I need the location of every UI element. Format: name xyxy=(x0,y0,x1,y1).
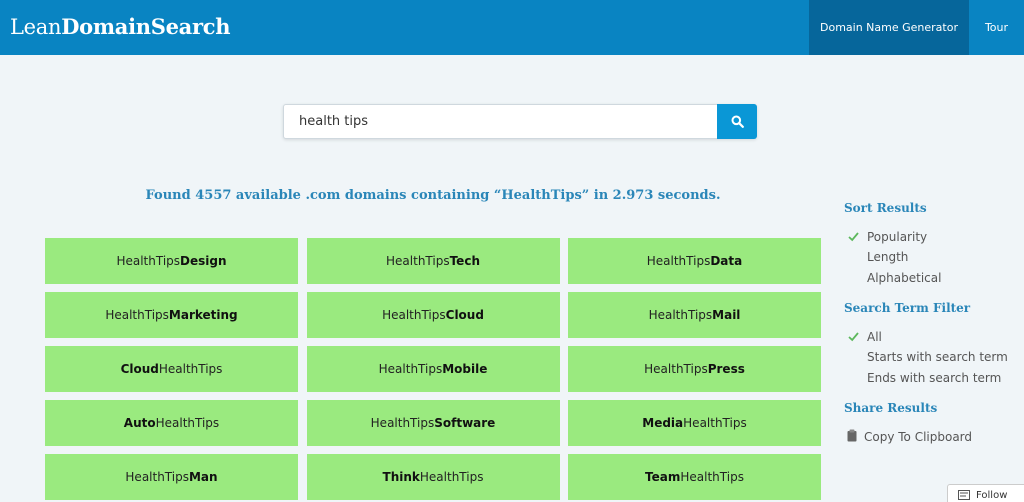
domain-prefix: HealthTips xyxy=(382,308,446,322)
domain-result[interactable]: HealthTipsSoftware xyxy=(307,400,560,446)
domain-result[interactable]: HealthTipsData xyxy=(568,238,821,284)
domain-keyword: Software xyxy=(434,416,495,430)
domain-result[interactable]: AutoHealthTips xyxy=(45,400,298,446)
domain-prefix: HealthTips xyxy=(647,254,711,268)
site-header: LeanDomainSearch Domain Name Generator T… xyxy=(0,0,1024,55)
domain-keyword: Think xyxy=(383,470,420,484)
nav-tour-label: Tour xyxy=(985,21,1008,34)
domain-keyword: Media xyxy=(642,416,683,430)
nav-generator-label: Domain Name Generator xyxy=(820,21,958,34)
follow-icon xyxy=(958,490,970,500)
domain-prefix: HealthTips xyxy=(116,254,180,268)
domain-result[interactable]: HealthTipsDesign xyxy=(45,238,298,284)
domain-prefix: HealthTips xyxy=(371,416,435,430)
filter-option-all[interactable]: All xyxy=(867,330,882,344)
domain-result[interactable]: HealthTipsCloud xyxy=(307,292,560,338)
domain-result[interactable]: ThinkHealthTips xyxy=(307,454,560,500)
check-icon xyxy=(847,330,860,343)
domain-suffix: HealthTips xyxy=(683,416,747,430)
domain-prefix: HealthTips xyxy=(649,308,713,322)
domain-keyword: Man xyxy=(189,470,218,484)
domain-suffix: HealthTips xyxy=(156,416,220,430)
search-input[interactable] xyxy=(284,105,717,138)
search-box xyxy=(283,104,757,139)
site-logo[interactable]: LeanDomainSearch xyxy=(10,14,230,39)
domain-suffix: HealthTips xyxy=(159,362,223,376)
domain-keyword: Cloud xyxy=(446,308,484,322)
search-term-filter-heading: Search Term Filter xyxy=(844,301,970,315)
domain-result[interactable]: CloudHealthTips xyxy=(45,346,298,392)
filter-option-ends-with[interactable]: Ends with search term xyxy=(867,371,1001,385)
domain-result[interactable]: HealthTipsMail xyxy=(568,292,821,338)
sort-results-heading: Sort Results xyxy=(844,201,927,215)
search-button[interactable] xyxy=(717,104,757,139)
domain-prefix: HealthTips xyxy=(386,254,450,268)
follow-button[interactable]: Follow xyxy=(947,484,1024,502)
filter-option-starts-with[interactable]: Starts with search term xyxy=(867,350,1008,364)
domain-keyword: Cloud xyxy=(121,362,159,376)
copy-to-clipboard-link[interactable]: Copy To Clipboard xyxy=(864,430,972,444)
domain-keyword: Mail xyxy=(712,308,740,322)
domain-result[interactable]: HealthTipsMobile xyxy=(307,346,560,392)
domain-keyword: Auto xyxy=(124,416,156,430)
sort-option-length[interactable]: Length xyxy=(867,250,908,264)
domain-prefix: HealthTips xyxy=(105,308,169,322)
clipboard-icon xyxy=(847,429,857,442)
domain-result[interactable]: MediaHealthTips xyxy=(568,400,821,446)
domain-keyword: Marketing xyxy=(169,308,238,322)
domain-keyword: Mobile xyxy=(442,362,487,376)
share-results-heading: Share Results xyxy=(844,401,937,415)
domain-result[interactable]: TeamHealthTips xyxy=(568,454,821,500)
domain-prefix: HealthTips xyxy=(125,470,189,484)
domain-keyword: Design xyxy=(180,254,227,268)
domain-results-grid: HealthTipsDesignHealthTipsTechHealthTips… xyxy=(45,238,821,500)
follow-label: Follow xyxy=(976,490,1007,501)
domain-keyword: Team xyxy=(645,470,680,484)
domain-result[interactable]: HealthTipsMarketing xyxy=(45,292,298,338)
results-summary: Found 4557 available .com domains contai… xyxy=(45,188,821,203)
check-icon xyxy=(847,230,860,243)
domain-keyword: Data xyxy=(710,254,742,268)
domain-result[interactable]: HealthTipsTech xyxy=(307,238,560,284)
domain-prefix: HealthTips xyxy=(379,362,443,376)
sort-option-popularity[interactable]: Popularity xyxy=(867,230,927,244)
nav-tour[interactable]: Tour xyxy=(969,0,1024,55)
domain-suffix: HealthTips xyxy=(420,470,484,484)
domain-result[interactable]: HealthTipsPress xyxy=(568,346,821,392)
domain-result[interactable]: HealthTipsMan xyxy=(45,454,298,500)
nav-domain-name-generator[interactable]: Domain Name Generator xyxy=(809,0,969,55)
domain-keyword: Tech xyxy=(450,254,480,268)
domain-keyword: Press xyxy=(708,362,745,376)
sort-option-alphabetical[interactable]: Alphabetical xyxy=(867,271,941,285)
search-icon xyxy=(731,115,744,128)
domain-suffix: HealthTips xyxy=(680,470,744,484)
domain-prefix: HealthTips xyxy=(644,362,708,376)
